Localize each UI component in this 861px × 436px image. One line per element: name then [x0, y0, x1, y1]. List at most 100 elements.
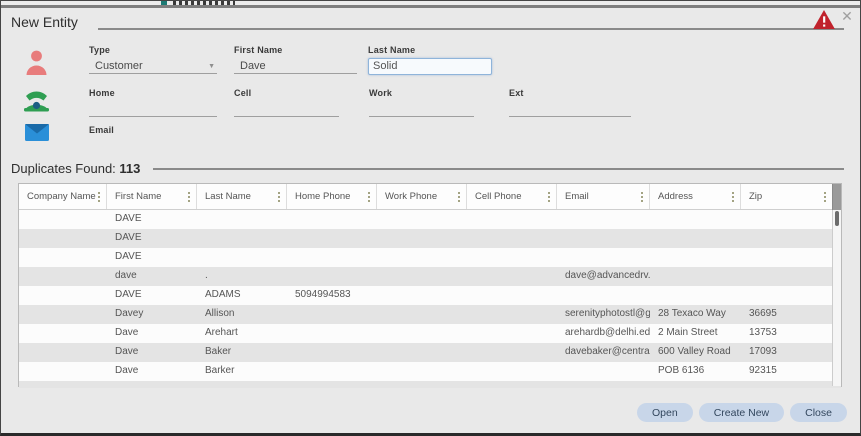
column-menu-icon[interactable]	[96, 190, 102, 204]
table-cell	[19, 267, 107, 286]
table-cell	[467, 267, 557, 286]
vertical-scrollbar[interactable]	[832, 210, 841, 386]
first-name-field: First Name Dave	[234, 45, 357, 74]
table-cell	[741, 229, 832, 248]
column-header-email[interactable]: Email	[557, 184, 650, 209]
column-menu-icon[interactable]	[456, 190, 462, 204]
dialog-title: New Entity	[11, 14, 78, 30]
table-cell: Arehart	[205, 327, 238, 338]
table-cell: Barker	[205, 365, 235, 376]
first-name-input[interactable]: Dave	[234, 58, 357, 74]
table-row[interactable]: DAVE ADAMS 5094994583	[19, 286, 841, 305]
table-row[interactable]: Dave Arehart arehardb@delhi.edu 2 Main Stre…	[19, 324, 841, 343]
person-icon	[25, 50, 48, 81]
column-header-zip[interactable]: Zip	[741, 184, 832, 209]
open-button[interactable]: Open	[637, 403, 693, 422]
table-cell	[377, 324, 467, 343]
column-header-label: Email	[565, 191, 589, 202]
table-cell	[467, 248, 557, 267]
column-header-label: Work Phone	[385, 191, 438, 202]
table-cell	[650, 248, 741, 267]
duplicates-title: Duplicates Found: 113	[11, 161, 140, 176]
column-header-home-phone[interactable]: Home Phone	[287, 184, 377, 209]
table-cell	[377, 343, 467, 362]
type-dropdown[interactable]: Customer ▼	[89, 58, 217, 74]
table-cell	[467, 362, 557, 381]
column-header-first-name[interactable]: First Name	[107, 184, 197, 209]
type-label: Type	[89, 45, 111, 55]
home-field: Home	[89, 88, 217, 117]
column-menu-icon[interactable]	[822, 190, 828, 204]
work-input[interactable]	[369, 101, 474, 117]
column-header-label: Company Name	[27, 191, 96, 202]
table-cell	[19, 248, 107, 267]
table-row[interactable]: DAVE	[19, 248, 841, 267]
table-cell	[287, 210, 377, 229]
column-header-work-phone[interactable]: Work Phone	[377, 184, 467, 209]
column-header-cell-phone[interactable]: Cell Phone	[467, 184, 557, 209]
table-cell	[287, 362, 377, 381]
column-header-label: Cell Phone	[475, 191, 522, 202]
table-cell	[19, 324, 107, 343]
column-menu-icon[interactable]	[730, 190, 736, 204]
email-label: Email	[89, 125, 115, 135]
table-cell: Dave	[115, 365, 139, 376]
new-entity-dialog: New Entity ✕ Type Customer ▼ First Name …	[0, 0, 861, 436]
table-cell	[197, 229, 287, 248]
column-menu-icon[interactable]	[546, 190, 552, 204]
cell-label: Cell	[234, 88, 252, 98]
table-row[interactable]: DAVE	[19, 229, 841, 248]
close-icon[interactable]: ✕	[839, 8, 855, 24]
column-menu-icon[interactable]	[276, 190, 282, 204]
table-cell: dave@advancedrv.net	[565, 270, 650, 281]
table-cell: 92315	[749, 365, 777, 376]
column-menu-icon[interactable]	[639, 190, 645, 204]
column-header-address[interactable]: Address	[650, 184, 741, 209]
home-input[interactable]	[89, 101, 217, 117]
table-cell: 13753	[749, 327, 777, 338]
table-row[interactable]: Davey Allison serenityphotostl@gm... 28 Tex…	[19, 305, 841, 324]
table-cell: DAVE	[115, 251, 142, 262]
column-header-label: First Name	[115, 191, 162, 202]
column-header-company-name[interactable]: Company Name	[19, 184, 107, 209]
table-row[interactable]: DAVE	[19, 210, 841, 229]
table-row[interactable]: Dave Baker davebaker@centralpe... 600 Valle…	[19, 343, 841, 362]
table-row[interactable]: Dave Barker POB 6136 92315	[19, 362, 841, 381]
table-cell: Dave	[115, 346, 139, 357]
table-cell: Allison	[205, 308, 235, 319]
create-new-button[interactable]: Create New	[698, 403, 785, 422]
table-cell	[650, 229, 741, 248]
first-name-value: Dave	[240, 60, 266, 72]
ext-input[interactable]	[509, 101, 631, 117]
table-cell	[19, 286, 107, 305]
table-cell	[467, 210, 557, 229]
table-cell	[19, 362, 107, 381]
work-label: Work	[369, 88, 393, 98]
last-name-label: Last Name	[368, 45, 416, 55]
home-label: Home	[89, 88, 115, 98]
table-cell	[467, 324, 557, 343]
table-cell: POB 6136	[658, 365, 705, 376]
scrollbar-thumb[interactable]	[835, 211, 839, 226]
warning-icon	[813, 10, 835, 29]
last-name-input[interactable]: Solid	[368, 58, 492, 75]
duplicates-divider	[153, 168, 844, 170]
table-row[interactable]: dave. dave@advancedrv.net	[19, 267, 841, 286]
ext-field: Ext	[509, 88, 631, 117]
envelope-icon	[25, 124, 49, 146]
cell-input[interactable]	[234, 101, 339, 117]
table-cell	[650, 286, 741, 305]
close-button[interactable]: Close	[790, 403, 847, 422]
table-cell	[377, 286, 467, 305]
table-cell	[741, 248, 832, 267]
table-cell	[287, 324, 377, 343]
table-cell	[19, 305, 107, 324]
ext-label: Ext	[509, 88, 524, 98]
column-menu-icon[interactable]	[186, 190, 192, 204]
column-header-label: Address	[658, 191, 693, 202]
table-cell	[557, 248, 650, 267]
column-menu-icon[interactable]	[366, 190, 372, 204]
dialog-top-border	[1, 5, 860, 8]
table-cell	[377, 267, 467, 286]
column-header-last-name[interactable]: Last Name	[197, 184, 287, 209]
